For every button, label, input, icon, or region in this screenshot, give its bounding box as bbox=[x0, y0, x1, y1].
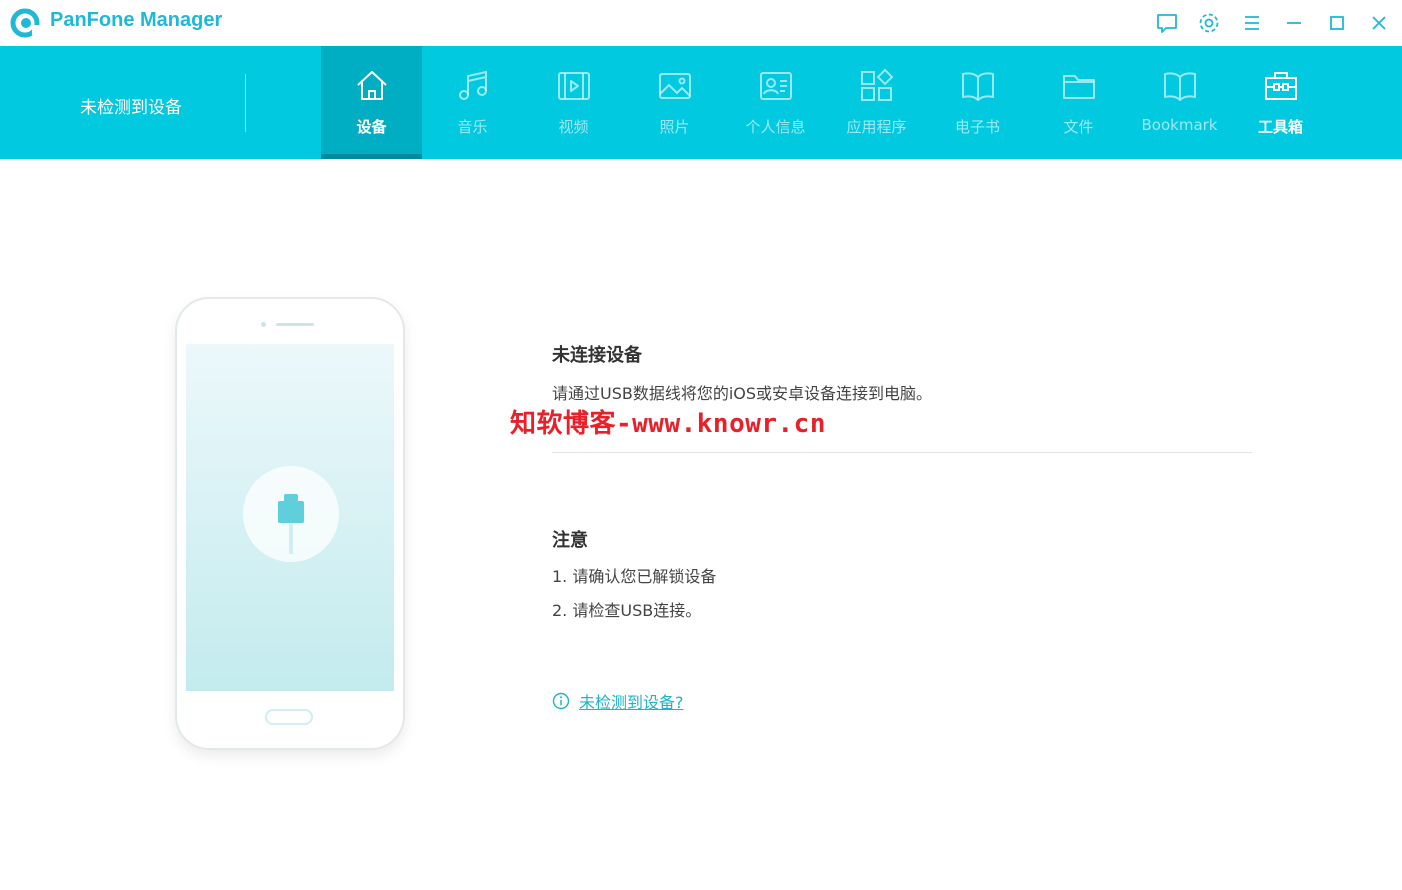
tab-device[interactable]: 设备 bbox=[321, 46, 422, 159]
tab-bookmark[interactable]: Bookmark bbox=[1129, 46, 1230, 159]
bookmark-book-icon bbox=[1164, 72, 1196, 101]
contact-card-icon bbox=[760, 72, 792, 100]
tab-label: 个人信息 bbox=[745, 118, 806, 136]
folder-icon bbox=[1063, 75, 1095, 99]
minimize-icon bbox=[1287, 22, 1301, 24]
tab-label: 设备 bbox=[356, 118, 387, 136]
photo-icon bbox=[659, 73, 691, 99]
panfone-logo-icon bbox=[10, 8, 40, 38]
settings-button[interactable] bbox=[1195, 9, 1223, 37]
note-item: 1. 请确认您已解锁设备 bbox=[552, 567, 717, 586]
note-title: 注意 bbox=[552, 530, 588, 551]
tab-files[interactable]: 文件 bbox=[1028, 46, 1129, 159]
connection-description: 请通过USB数据线将您的iOS或安卓设备连接到电脑。 bbox=[552, 384, 933, 403]
tab-video[interactable]: 视频 bbox=[523, 46, 624, 159]
nav-divider bbox=[245, 74, 246, 132]
app-title: PanFone Manager bbox=[50, 9, 223, 31]
tab-contacts[interactable]: 个人信息 bbox=[725, 46, 826, 159]
help-link-text: 未检测到设备? bbox=[579, 693, 684, 712]
maximize-icon bbox=[1330, 16, 1344, 30]
phone-speaker bbox=[276, 323, 314, 326]
phone-camera bbox=[261, 322, 266, 327]
tab-label: 文件 bbox=[1063, 118, 1094, 136]
maximize-button[interactable] bbox=[1323, 9, 1351, 37]
plug-circle bbox=[243, 466, 339, 562]
divider bbox=[552, 452, 1252, 453]
feedback-button[interactable] bbox=[1153, 9, 1181, 37]
menu-button[interactable] bbox=[1238, 9, 1266, 37]
music-icon bbox=[459, 70, 487, 100]
hamburger-icon bbox=[1245, 16, 1259, 30]
device-status: 未检测到设备 bbox=[80, 98, 182, 118]
tab-label: 照片 bbox=[659, 118, 690, 136]
gear-icon bbox=[1199, 13, 1219, 33]
tab-music[interactable]: 音乐 bbox=[422, 46, 523, 159]
chat-icon bbox=[1157, 14, 1177, 33]
info-icon bbox=[552, 692, 570, 710]
video-icon bbox=[558, 72, 590, 100]
toolbox-icon bbox=[1265, 72, 1297, 100]
title-bar: PanFone Manager bbox=[0, 0, 1402, 46]
tab-label: Bookmark bbox=[1141, 116, 1218, 134]
note-item: 2. 请检查USB连接。 bbox=[552, 601, 702, 620]
tab-toolbox[interactable]: 工具箱 bbox=[1230, 46, 1331, 159]
tab-label: 应用程序 bbox=[846, 118, 907, 136]
usb-plug-icon bbox=[278, 494, 304, 554]
page-title: 未连接设备 bbox=[552, 345, 642, 366]
watermark: 知软博客-www.knowr.cn bbox=[510, 409, 826, 439]
home-icon bbox=[357, 71, 387, 100]
phone-home-button bbox=[265, 709, 313, 725]
apps-icon bbox=[861, 68, 894, 101]
phone-illustration bbox=[175, 297, 405, 750]
close-button[interactable] bbox=[1365, 9, 1393, 37]
nav-bar: 未检测到设备 设备 音乐 视频 照片 个人信息 应用程序 电子书 文件 Book… bbox=[0, 46, 1402, 159]
tab-ebook[interactable]: 电子书 bbox=[927, 46, 1028, 159]
phone-screen bbox=[186, 344, 394, 691]
tab-photo[interactable]: 照片 bbox=[624, 46, 725, 159]
tab-apps[interactable]: 应用程序 bbox=[826, 46, 927, 159]
tab-label: 音乐 bbox=[457, 118, 488, 136]
minimize-button[interactable] bbox=[1280, 9, 1308, 37]
tab-label: 电子书 bbox=[954, 118, 1000, 136]
book-icon bbox=[962, 72, 994, 101]
tab-label: 工具箱 bbox=[1257, 118, 1303, 136]
tab-label: 视频 bbox=[558, 118, 589, 136]
close-icon bbox=[1372, 16, 1386, 30]
